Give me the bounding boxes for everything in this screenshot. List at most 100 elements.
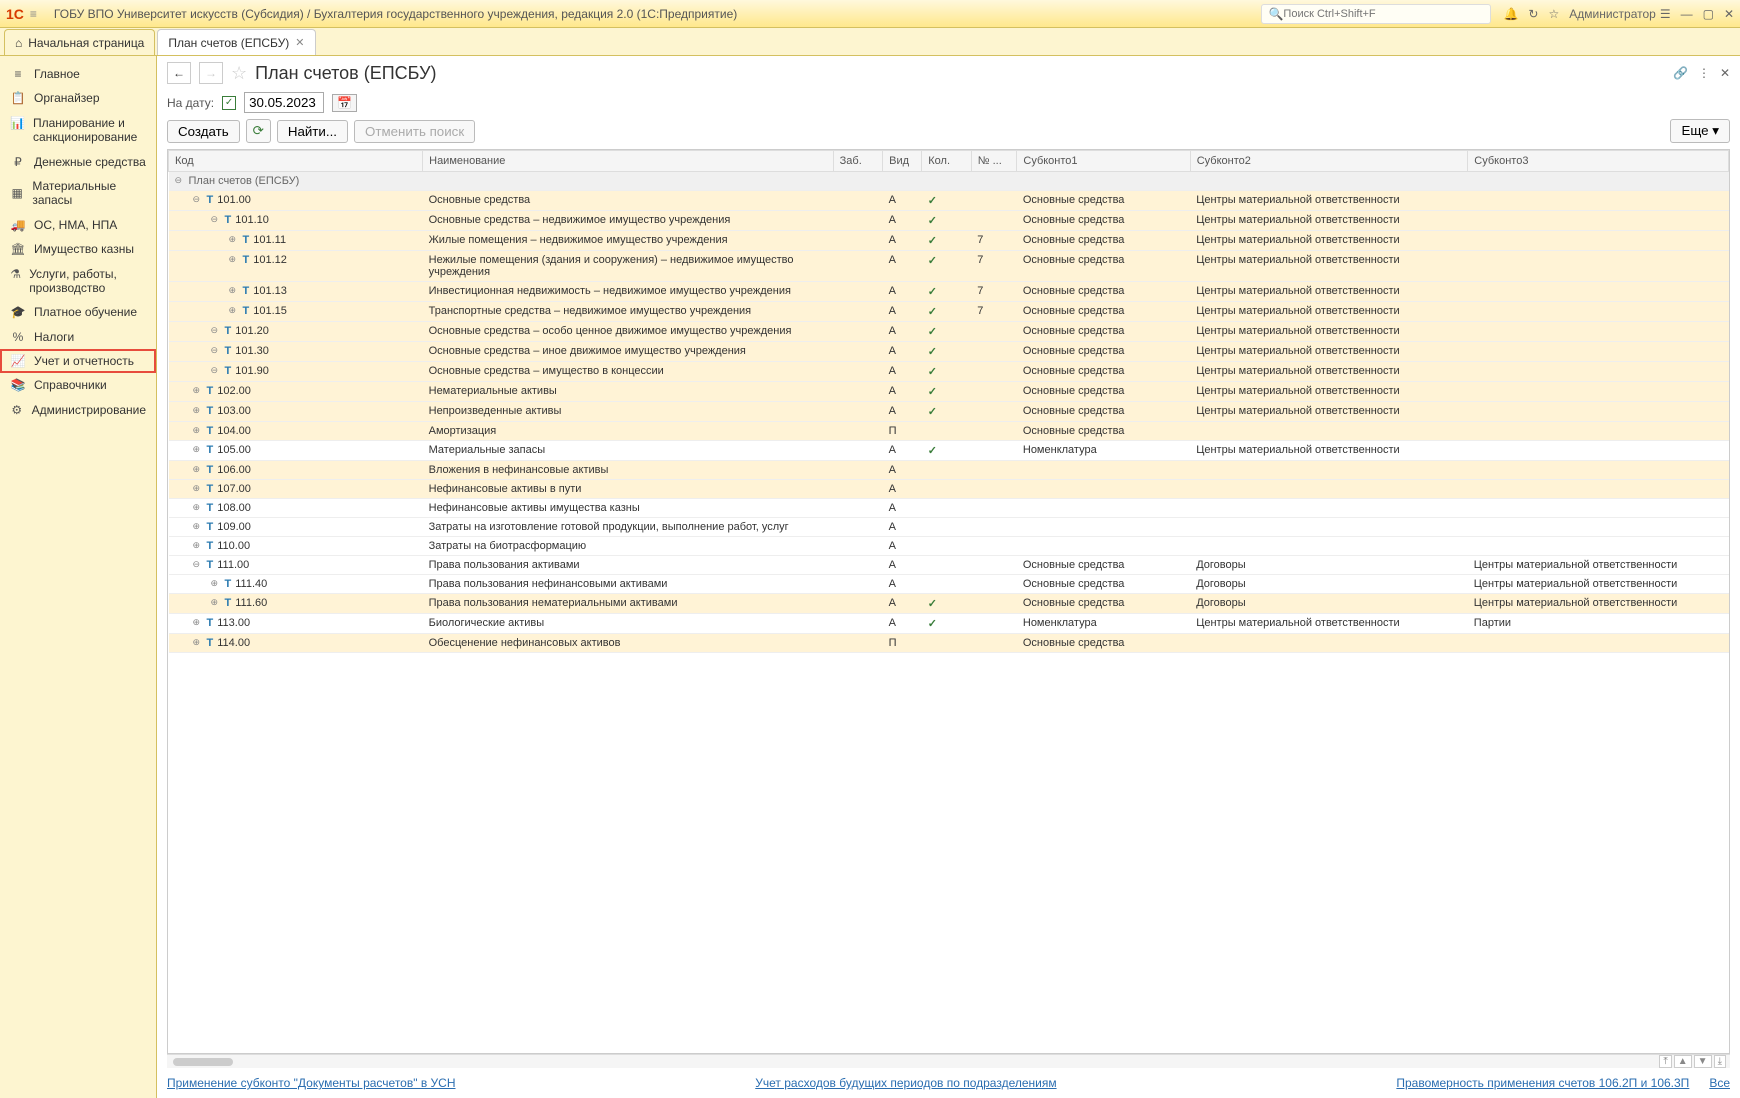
link-icon[interactable]: 🔗 [1673,66,1688,80]
menu-icon[interactable]: ≡ [30,7,46,21]
close-icon[interactable]: ✕ [1724,7,1734,21]
expander-icon[interactable]: ⊕ [211,578,221,589]
user-button[interactable]: Администратор ☰ [1569,7,1670,21]
expander-icon[interactable]: ⊕ [229,305,239,316]
expander-icon[interactable]: ⊕ [193,405,203,416]
sidebar-item-4[interactable]: ▦Материальные запасы [0,174,156,213]
table-row[interactable]: ⊕ T 111.60Права пользования нематериальн… [169,594,1729,614]
create-button[interactable]: Создать [167,120,240,143]
sidebar-item-2[interactable]: 📊Планирование и санкционирование [0,111,156,150]
table-row[interactable]: ⊕ T 101.13Инвестиционная недвижимость – … [169,282,1729,302]
col-s2[interactable]: Субконто2 [1190,151,1468,172]
table-row[interactable]: ⊕ T 102.00Нематериальные активыА✓Основны… [169,382,1729,402]
footer-link-right[interactable]: Правомерность применения счетов 106.2П и… [1396,1076,1689,1090]
table-row[interactable]: ⊕ T 109.00Затраты на изготовление готово… [169,518,1729,537]
sidebar-item-9[interactable]: %Налоги [0,325,156,349]
col-vid[interactable]: Вид [883,151,922,172]
scroll-bottom-icon[interactable]: ⤓ [1714,1055,1726,1068]
col-zab[interactable]: Заб. [833,151,883,172]
col-no[interactable]: № ... [971,151,1017,172]
sidebar-item-7[interactable]: ⚗Услуги, работы, производство [0,262,156,301]
table-row[interactable]: ⊕ T 103.00Непроизведенные активыА✓Основн… [169,402,1729,422]
refresh-button[interactable]: ⟳ [246,119,271,143]
date-picker-icon[interactable]: 📅 [332,94,357,112]
cancel-find-button[interactable]: Отменить поиск [354,120,475,143]
expander-icon[interactable]: ⊕ [229,234,239,245]
table-row[interactable]: ⊕ T 107.00Нефинансовые активы в путиА [169,480,1729,499]
table-row[interactable]: ⊖ T 101.00Основные средстваА✓Основные ср… [169,191,1729,211]
expander-icon[interactable]: ⊕ [193,617,203,628]
expander-icon[interactable]: ⊕ [193,385,203,396]
table-row[interactable]: ⊖ T 101.90Основные средства – имущество … [169,362,1729,382]
table-row[interactable]: ⊕ T 111.40Права пользования нефинансовым… [169,575,1729,594]
more-button[interactable]: Еще ▾ [1670,119,1730,143]
expander-icon[interactable]: ⊕ [193,540,203,551]
search-input[interactable] [1283,8,1484,20]
expander-icon[interactable]: ⊖ [211,345,221,356]
footer-link-left[interactable]: Применение субконто "Документы расчетов"… [167,1076,456,1090]
expander-icon[interactable]: ⊖ [175,175,185,186]
sidebar-item-10[interactable]: 📈Учет и отчетность [0,349,156,373]
close-panel-icon[interactable]: ✕ [1720,66,1730,80]
expander-icon[interactable]: ⊖ [193,559,203,570]
col-name[interactable]: Наименование [423,151,834,172]
search-box[interactable]: 🔍 [1261,4,1491,24]
table-row[interactable]: ⊖ T 111.00Права пользования активамиАОсн… [169,556,1729,575]
table-row[interactable]: ⊕ T 105.00Материальные запасыА✓Номенклат… [169,441,1729,461]
table-row[interactable]: ⊕ T 101.15Транспортные средства – недвиж… [169,302,1729,322]
star-icon[interactable]: ☆ [1548,7,1559,21]
sidebar-item-0[interactable]: ≡Главное [0,62,156,86]
group-header-row[interactable]: ⊖ План счетов (ЕПСБУ) [169,172,1729,191]
tab-chart-of-accounts[interactable]: План счетов (ЕПСБУ) ✕ [157,29,315,55]
bell-icon[interactable]: 🔔 [1503,7,1518,21]
expander-icon[interactable]: ⊕ [193,637,203,648]
nav-back-button[interactable]: ← [167,62,191,84]
col-s1[interactable]: Субконто1 [1017,151,1190,172]
expander-icon[interactable]: ⊖ [193,194,203,205]
col-s3[interactable]: Субконто3 [1468,151,1729,172]
table-row[interactable]: ⊕ T 101.11Жилые помещения – недвижимое и… [169,231,1729,251]
expander-icon[interactable]: ⊖ [211,325,221,336]
kebab-icon[interactable]: ⋮ [1698,66,1710,80]
sidebar-item-3[interactable]: ₽Денежные средства [0,150,156,174]
scroll-down-icon[interactable]: ▼ [1694,1055,1712,1068]
expander-icon[interactable]: ⊕ [193,502,203,513]
table-row[interactable]: ⊕ T 113.00Биологические активыА✓Номенкла… [169,614,1729,634]
scroll-up-icon[interactable]: ▲ [1674,1055,1692,1068]
expander-icon[interactable]: ⊕ [193,444,203,455]
table-row[interactable]: ⊕ T 104.00АмортизацияПОсновные средства [169,422,1729,441]
horizontal-scrollbar[interactable]: ⤒ ▲ ▼ ⤓ [167,1054,1730,1068]
expander-icon[interactable]: ⊕ [193,464,203,475]
nav-forward-button[interactable]: → [199,62,223,84]
scroll-top-icon[interactable]: ⤒ [1659,1055,1671,1068]
expander-icon[interactable]: ⊕ [229,285,239,296]
table-row[interactable]: ⊕ T 108.00Нефинансовые активы имущества … [169,499,1729,518]
history-icon[interactable]: ↻ [1528,7,1538,21]
footer-link-mid[interactable]: Учет расходов будущих периодов по подраз… [755,1076,1056,1090]
sidebar-item-8[interactable]: 🎓Платное обучение [0,300,156,324]
tab-close-icon[interactable]: ✕ [295,36,304,49]
table-row[interactable]: ⊖ T 101.10Основные средства – недвижимое… [169,211,1729,231]
table-row[interactable]: ⊕ T 106.00Вложения в нефинансовые активы… [169,461,1729,480]
accounts-table-wrap[interactable]: Код Наименование Заб. Вид Кол. № ... Суб… [167,149,1730,1054]
date-checkbox[interactable]: ✓ [222,96,236,110]
expander-icon[interactable]: ⊖ [211,365,221,376]
expander-icon[interactable]: ⊖ [211,214,221,225]
sidebar-item-5[interactable]: 🚚ОС, НМА, НПА [0,213,156,237]
expander-icon[interactable]: ⊕ [229,254,239,265]
minimize-icon[interactable]: — [1681,7,1693,21]
expander-icon[interactable]: ⊕ [193,483,203,494]
sidebar-item-12[interactable]: ⚙Администрирование [0,398,156,422]
table-row[interactable]: ⊖ T 101.20Основные средства – особо ценн… [169,322,1729,342]
table-row[interactable]: ⊖ T 101.30Основные средства – иное движи… [169,342,1729,362]
maximize-icon[interactable]: ▢ [1703,7,1714,21]
sidebar-item-1[interactable]: 📋Органайзер [0,86,156,110]
col-code[interactable]: Код [169,151,423,172]
footer-link-all[interactable]: Все [1709,1076,1730,1090]
find-button[interactable]: Найти... [277,120,348,143]
favorite-icon[interactable]: ☆ [231,63,247,84]
col-kol[interactable]: Кол. [922,151,972,172]
date-input[interactable] [244,92,324,113]
expander-icon[interactable]: ⊕ [193,521,203,532]
sidebar-item-6[interactable]: 🏛Имущество казны [0,237,156,261]
